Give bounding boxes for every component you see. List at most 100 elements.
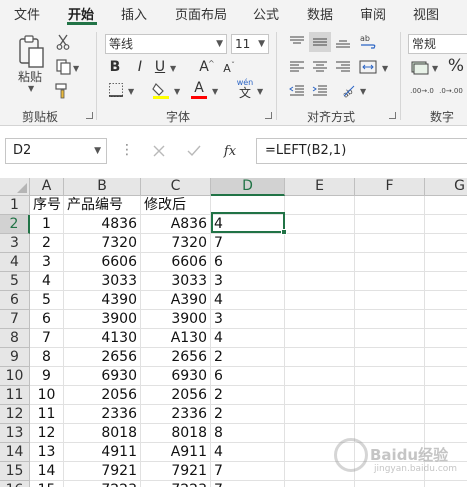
empty-cell[interactable] [285, 215, 355, 234]
cell-b13[interactable]: 8018 [64, 424, 141, 443]
cell-d16[interactable]: 7 [211, 481, 285, 487]
cell-a3[interactable]: 2 [30, 234, 64, 253]
paste-label[interactable]: 粘贴 [18, 68, 42, 85]
empty-cell[interactable] [355, 367, 425, 386]
cell-c8[interactable]: A130 [141, 329, 211, 348]
cell-b6[interactable]: 4390 [64, 291, 141, 310]
empty-cell[interactable] [285, 234, 355, 253]
column-header-d[interactable]: D [211, 178, 285, 196]
cell-a2[interactable]: 1 [30, 215, 64, 234]
column-header-f[interactable]: F [355, 178, 425, 196]
cell-a15[interactable]: 14 [30, 462, 64, 481]
cell-d3[interactable]: 7 [211, 234, 285, 253]
cell-d2[interactable]: 4 [211, 215, 285, 234]
alignment-launcher-icon[interactable] [389, 112, 396, 119]
tab-insert[interactable]: 插入 [121, 4, 147, 23]
cell-c14[interactable]: A911 [141, 443, 211, 462]
empty-cell[interactable] [285, 348, 355, 367]
cell-c16[interactable]: 7223 [141, 481, 211, 487]
empty-cell[interactable] [285, 367, 355, 386]
cell-d6[interactable]: 4 [211, 291, 285, 310]
empty-cell[interactable] [355, 291, 425, 310]
row-header[interactable]: 5 [0, 272, 30, 291]
empty-cell[interactable] [425, 215, 467, 234]
tab-review[interactable]: 审阅 [360, 4, 386, 23]
tab-page-layout[interactable]: 页面布局 [175, 4, 227, 23]
empty-cell[interactable] [285, 405, 355, 424]
column-header-b[interactable]: B [64, 178, 141, 196]
font-size-select[interactable]: 11 ▼ [231, 34, 269, 54]
empty-cell[interactable] [355, 481, 425, 487]
fill-color-dropdown-icon[interactable]: ▼ [174, 87, 180, 96]
paste-dropdown-icon[interactable]: ▼ [28, 84, 34, 93]
column-header-g[interactable]: G [425, 178, 467, 196]
row-header[interactable]: 7 [0, 310, 30, 329]
cell-a11[interactable]: 10 [30, 386, 64, 405]
increase-decimal-icon[interactable]: .00→.0 [410, 82, 434, 100]
cell-b3[interactable]: 7320 [64, 234, 141, 253]
increase-indent-icon[interactable] [311, 83, 329, 99]
cell-d12[interactable]: 2 [211, 405, 285, 424]
cell-c15[interactable]: 7921 [141, 462, 211, 481]
row-header[interactable]: 11 [0, 386, 30, 405]
empty-cell[interactable] [425, 348, 467, 367]
empty-cell[interactable] [425, 481, 467, 487]
cell-c9[interactable]: 2656 [141, 348, 211, 367]
borders-icon[interactable] [108, 82, 124, 98]
column-header-e[interactable]: E [285, 178, 355, 196]
align-center-icon[interactable] [311, 59, 329, 75]
cell-a12[interactable]: 11 [30, 405, 64, 424]
column-header-a[interactable]: A [30, 178, 64, 196]
tab-view[interactable]: 视图 [413, 4, 439, 23]
cell-c12[interactable]: 2336 [141, 405, 211, 424]
copy-icon[interactable] [55, 59, 71, 75]
empty-cell[interactable] [355, 196, 425, 215]
row-header[interactable]: 4 [0, 253, 30, 272]
orientation-icon[interactable]: ab [339, 81, 357, 99]
cell-a1[interactable]: 序号 [30, 196, 64, 215]
cell-c7[interactable]: 3900 [141, 310, 211, 329]
cell-d8[interactable]: 4 [211, 329, 285, 348]
font-launcher-icon[interactable] [265, 112, 272, 119]
empty-cell[interactable] [285, 272, 355, 291]
row-header[interactable]: 1 [0, 196, 30, 215]
cell-a8[interactable]: 7 [30, 329, 64, 348]
cell-b5[interactable]: 3033 [64, 272, 141, 291]
cell-d14[interactable]: 4 [211, 443, 285, 462]
empty-cell[interactable] [355, 253, 425, 272]
cell-d5[interactable]: 3 [211, 272, 285, 291]
percent-style-button[interactable]: % [447, 56, 465, 76]
cell-b7[interactable]: 3900 [64, 310, 141, 329]
cell-b4[interactable]: 6606 [64, 253, 141, 272]
empty-cell[interactable] [425, 272, 467, 291]
cell-a7[interactable]: 6 [30, 310, 64, 329]
phonetic-dropdown-icon[interactable]: ▼ [257, 87, 263, 96]
cell-a14[interactable]: 13 [30, 443, 64, 462]
empty-cell[interactable] [355, 329, 425, 348]
empty-cell[interactable] [425, 310, 467, 329]
empty-cell[interactable] [425, 291, 467, 310]
cell-b16[interactable]: 7223 [64, 481, 141, 487]
row-header[interactable]: 6 [0, 291, 30, 310]
insert-function-button[interactable]: fx [220, 141, 240, 161]
accounting-dropdown-icon[interactable]: ▼ [432, 64, 438, 73]
phonetic-guide-icon[interactable]: wén 文 [234, 78, 256, 100]
empty-cell[interactable] [285, 196, 355, 215]
cell-a16[interactable]: 15 [30, 481, 64, 487]
number-format-select[interactable]: 常规 [408, 34, 467, 54]
cell-d4[interactable]: 6 [211, 253, 285, 272]
row-header[interactable]: 3 [0, 234, 30, 253]
cell-b11[interactable]: 2056 [64, 386, 141, 405]
decrease-decimal-icon[interactable]: .0→.00 [438, 82, 464, 100]
cell-b8[interactable]: 4130 [64, 329, 141, 348]
row-header[interactable]: 2 [0, 215, 30, 234]
format-painter-icon[interactable] [55, 83, 71, 99]
empty-cell[interactable] [355, 386, 425, 405]
tab-formulas[interactable]: 公式 [253, 4, 279, 23]
tab-home[interactable]: 开始 [68, 4, 94, 23]
align-middle-icon[interactable] [309, 32, 331, 52]
bold-button[interactable]: B [108, 59, 122, 75]
cell-a10[interactable]: 9 [30, 367, 64, 386]
row-header[interactable]: 14 [0, 443, 30, 462]
cell-d11[interactable]: 2 [211, 386, 285, 405]
